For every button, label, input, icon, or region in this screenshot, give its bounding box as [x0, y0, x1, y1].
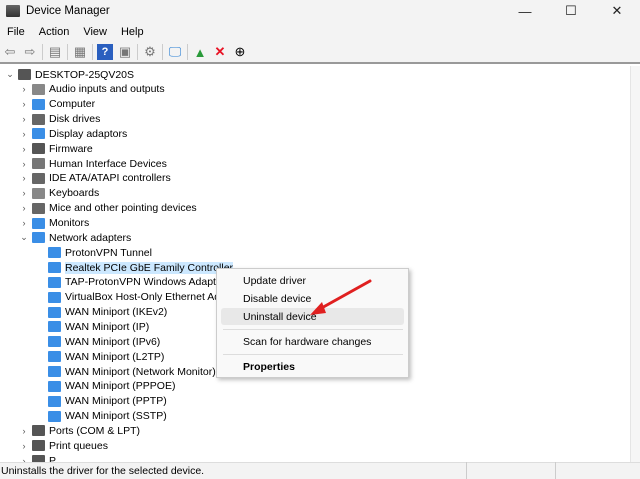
- status-bar: Uninstalls the driver for the selected d…: [0, 462, 640, 479]
- red-arrow-annotation: [310, 279, 372, 315]
- status-divider: [466, 462, 467, 479]
- status-divider: [555, 462, 556, 479]
- status-text: Uninstalls the driver for the selected d…: [1, 465, 205, 477]
